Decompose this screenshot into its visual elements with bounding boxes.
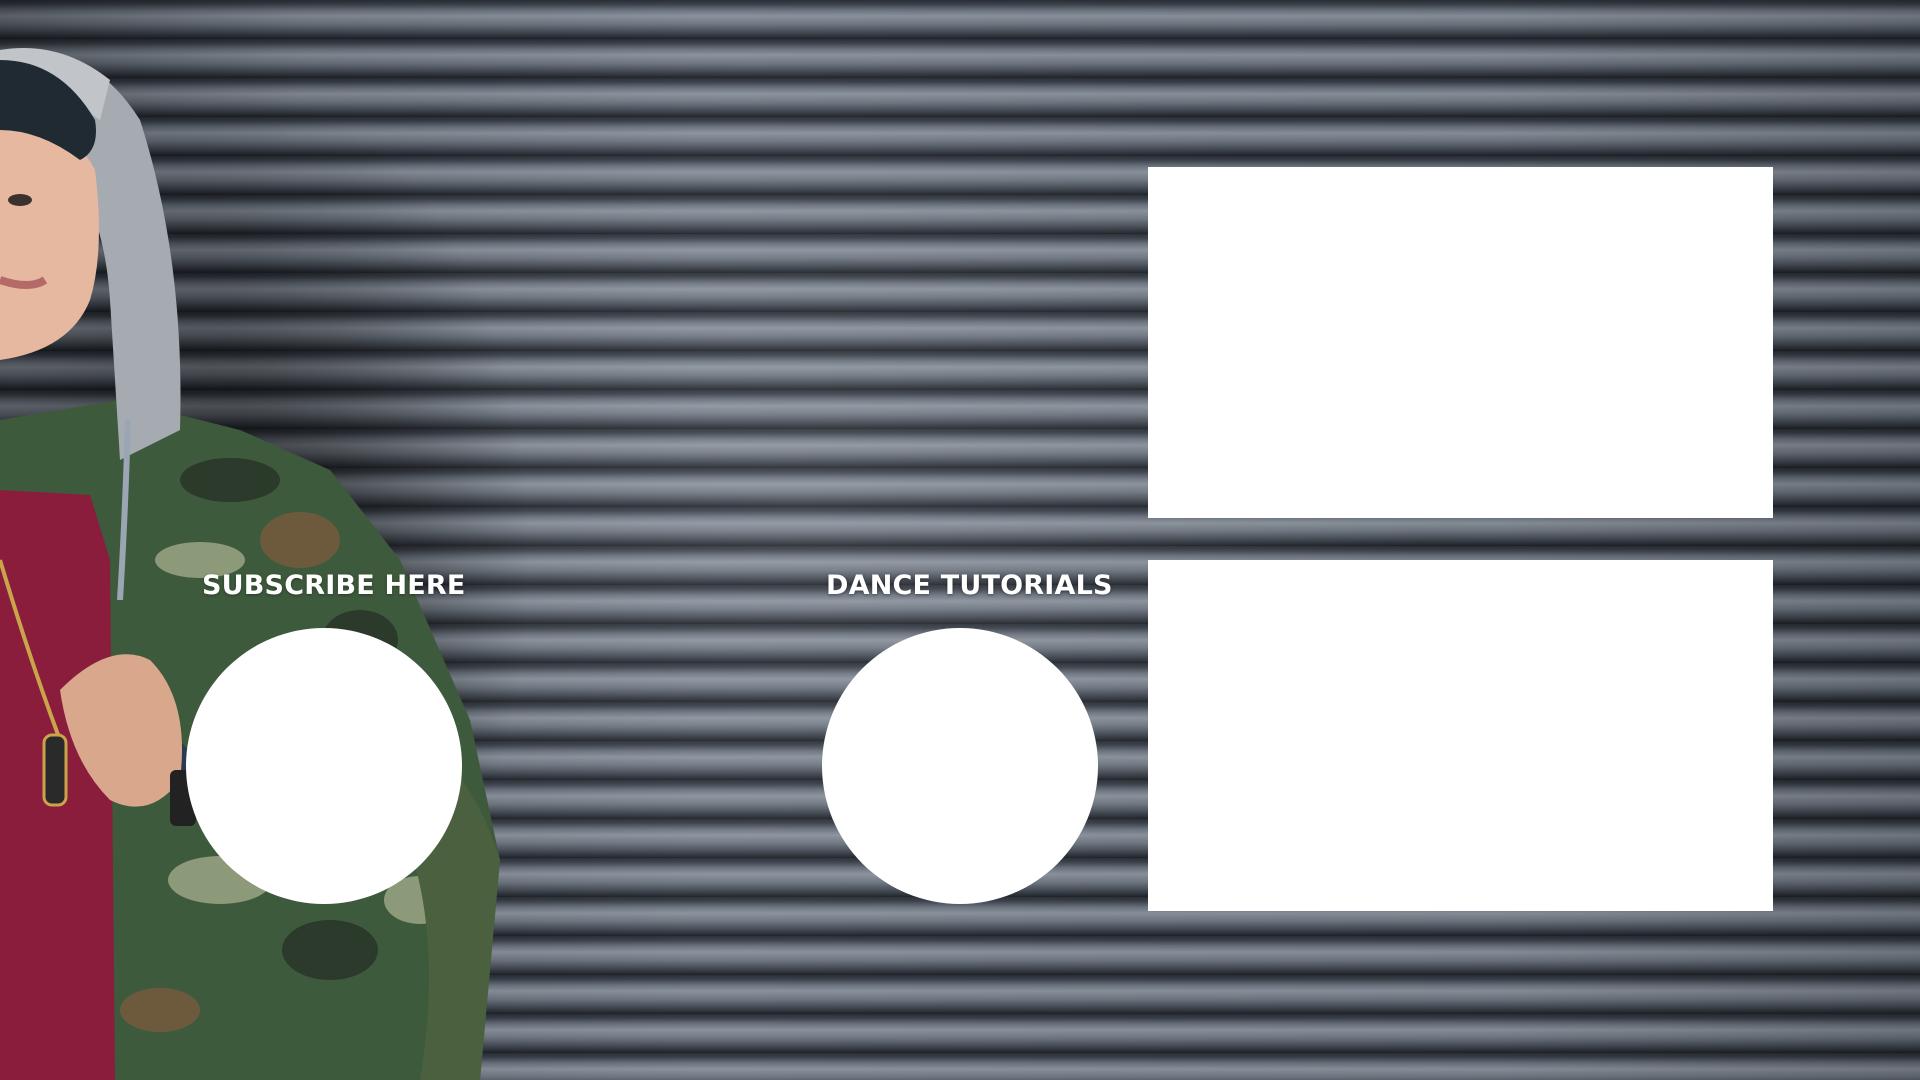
subscribe-button[interactable] bbox=[186, 628, 462, 904]
person-photo bbox=[0, 0, 520, 1080]
playlist-button[interactable] bbox=[822, 628, 1098, 904]
end-screen-canvas: SUBSCRIBE HERE DANCE TUTORIALS bbox=[0, 0, 1920, 1080]
suggested-video-top[interactable] bbox=[1148, 167, 1773, 518]
suggested-video-bottom[interactable] bbox=[1148, 560, 1773, 911]
playlist-label: DANCE TUTORIALS bbox=[826, 570, 1113, 601]
subscribe-label: SUBSCRIBE HERE bbox=[202, 570, 466, 601]
